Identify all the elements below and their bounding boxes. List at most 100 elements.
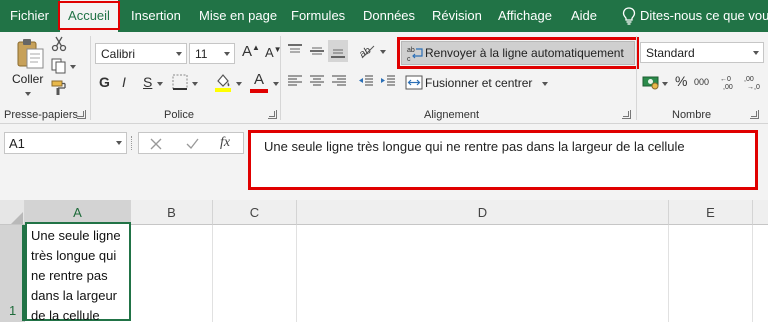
enter-check-icon[interactable] (186, 138, 199, 150)
menu-bar: Fichier Accueil Insertion Mise en page F… (0, 0, 768, 32)
font-size-value: 11 (195, 47, 208, 61)
merge-dropdown-icon (542, 82, 548, 86)
alignment-launcher-icon[interactable] (622, 110, 631, 119)
number-launcher-icon[interactable] (750, 110, 759, 119)
align-middle-icon[interactable] (309, 44, 325, 58)
merge-center-icon (405, 75, 423, 90)
ribbon: Coller Presse-papiers Calibri 11 A▲ A▼ G… (0, 32, 768, 124)
align-bottom-button[interactable] (328, 40, 348, 62)
insert-function-button[interactable]: fx (220, 135, 230, 151)
caret-up-icon: ▲ (252, 43, 260, 52)
copy-icon[interactable] (51, 58, 67, 74)
svg-text:,00: ,00 (744, 76, 754, 83)
chevron-down-icon (116, 141, 122, 145)
underline-dropdown-icon[interactable] (157, 82, 163, 86)
select-all-corner[interactable] (0, 200, 25, 225)
svg-text:←0: ←0 (720, 76, 731, 83)
paste-dropdown-icon[interactable] (25, 92, 31, 96)
font-color-dropdown-icon[interactable] (273, 82, 279, 86)
thousands-button[interactable]: 000 (694, 77, 709, 87)
column-header-b[interactable]: B (131, 200, 213, 225)
grid-line (212, 225, 213, 322)
chevron-down-icon (753, 51, 759, 55)
tell-me-search[interactable]: Dites-nous ce que vous v (640, 0, 768, 32)
number-format-select[interactable]: Standard (640, 42, 764, 63)
decrease-indent-icon[interactable] (358, 74, 374, 88)
borders-icon[interactable] (172, 74, 188, 90)
underline-button[interactable]: S (143, 74, 152, 90)
name-box-value: A1 (9, 136, 25, 151)
cell-a1[interactable]: Une seule ligne très longue qui ne rentr… (25, 222, 131, 322)
increase-decimal-icon[interactable]: ←0 ,00 (720, 74, 738, 90)
font-color-letter: A (254, 71, 265, 88)
decrease-decimal-icon[interactable]: ,00 →,0 (744, 74, 762, 90)
merge-center-button[interactable]: Fusionner et centrer (405, 74, 555, 92)
font-family-select[interactable]: Calibri (95, 43, 187, 64)
font-color-button[interactable]: A (250, 71, 268, 93)
svg-text:,00: ,00 (723, 84, 733, 90)
splitter-handle[interactable] (131, 136, 133, 150)
wrap-text-button[interactable]: ab c Renvoyer à la ligne automatiquement (401, 41, 635, 65)
tab-formules[interactable]: Formules (291, 0, 345, 32)
formula-bar: A1 fx Une seule ligne très longue qui ne… (0, 124, 768, 200)
align-center-icon[interactable] (309, 74, 325, 88)
tab-aide[interactable]: Aide (571, 0, 597, 32)
currency-icon[interactable] (642, 74, 660, 90)
number-format-value: Standard (646, 46, 695, 60)
clipboard-launcher-icon[interactable] (77, 110, 86, 119)
increase-indent-icon[interactable] (380, 74, 396, 88)
merge-center-label: Fusionner et centrer (425, 76, 533, 90)
formula-input[interactable]: Une seule ligne très longue qui ne rentr… (248, 130, 758, 190)
separator (90, 36, 91, 120)
orientation-icon[interactable]: ab (358, 42, 378, 60)
cancel-icon[interactable] (150, 138, 162, 150)
svg-text:ab: ab (358, 45, 373, 60)
separator (280, 36, 281, 120)
copy-dropdown-icon[interactable] (70, 65, 76, 69)
fill-color-dropdown-icon[interactable] (236, 82, 242, 86)
percent-button[interactable]: % (675, 73, 687, 89)
column-header-f[interactable] (753, 200, 768, 225)
tab-mise-en-page[interactable]: Mise en page (199, 0, 277, 32)
svg-text:c: c (407, 56, 411, 62)
bold-button[interactable]: G (99, 74, 110, 90)
column-header-c[interactable]: C (213, 200, 297, 225)
italic-button[interactable]: I (122, 74, 126, 90)
borders-dropdown-icon[interactable] (192, 82, 198, 86)
cell-a1-content: Une seule ligne très longue qui ne rentr… (31, 228, 121, 322)
font-color-swatch (250, 89, 268, 93)
lightbulb-icon (622, 7, 636, 25)
fill-color-icon[interactable] (214, 72, 232, 92)
alignment-group-label: Alignement (424, 109, 480, 121)
paste-icon[interactable] (15, 37, 45, 69)
paste-button[interactable]: Coller (12, 72, 43, 86)
align-top-icon[interactable] (287, 44, 303, 58)
cut-icon[interactable] (51, 36, 67, 52)
name-box[interactable]: A1 (4, 132, 127, 154)
separator (636, 36, 637, 120)
tab-accueil[interactable]: Accueil (60, 0, 118, 32)
clipboard-group-label: Presse-papiers (4, 109, 78, 121)
grow-font-label: A (242, 43, 253, 60)
align-right-icon[interactable] (331, 74, 347, 88)
column-header-e[interactable]: E (669, 200, 753, 225)
font-group-label: Police (164, 109, 194, 121)
tab-donnees[interactable]: Données (363, 0, 415, 32)
tab-affichage[interactable]: Affichage (498, 0, 552, 32)
svg-text:→,0: →,0 (747, 84, 760, 90)
font-size-select[interactable]: 11 (189, 43, 235, 64)
column-header-d[interactable]: D (297, 200, 669, 225)
orientation-dropdown-icon[interactable] (380, 50, 386, 54)
tab-revision[interactable]: Révision (432, 0, 482, 32)
grid-line (752, 225, 753, 322)
wrap-text-label: Renvoyer à la ligne automatiquement (425, 46, 624, 60)
align-left-icon[interactable] (287, 74, 303, 88)
format-painter-icon[interactable] (51, 80, 67, 96)
grow-font-button[interactable]: A▲ (242, 43, 260, 60)
wrap-text-icon: ab c (407, 47, 423, 62)
font-launcher-icon[interactable] (268, 110, 277, 119)
tab-fichier[interactable]: Fichier (10, 0, 49, 32)
tab-insertion[interactable]: Insertion (131, 0, 181, 32)
grid-line (296, 225, 297, 322)
currency-dropdown-icon[interactable] (662, 82, 668, 86)
